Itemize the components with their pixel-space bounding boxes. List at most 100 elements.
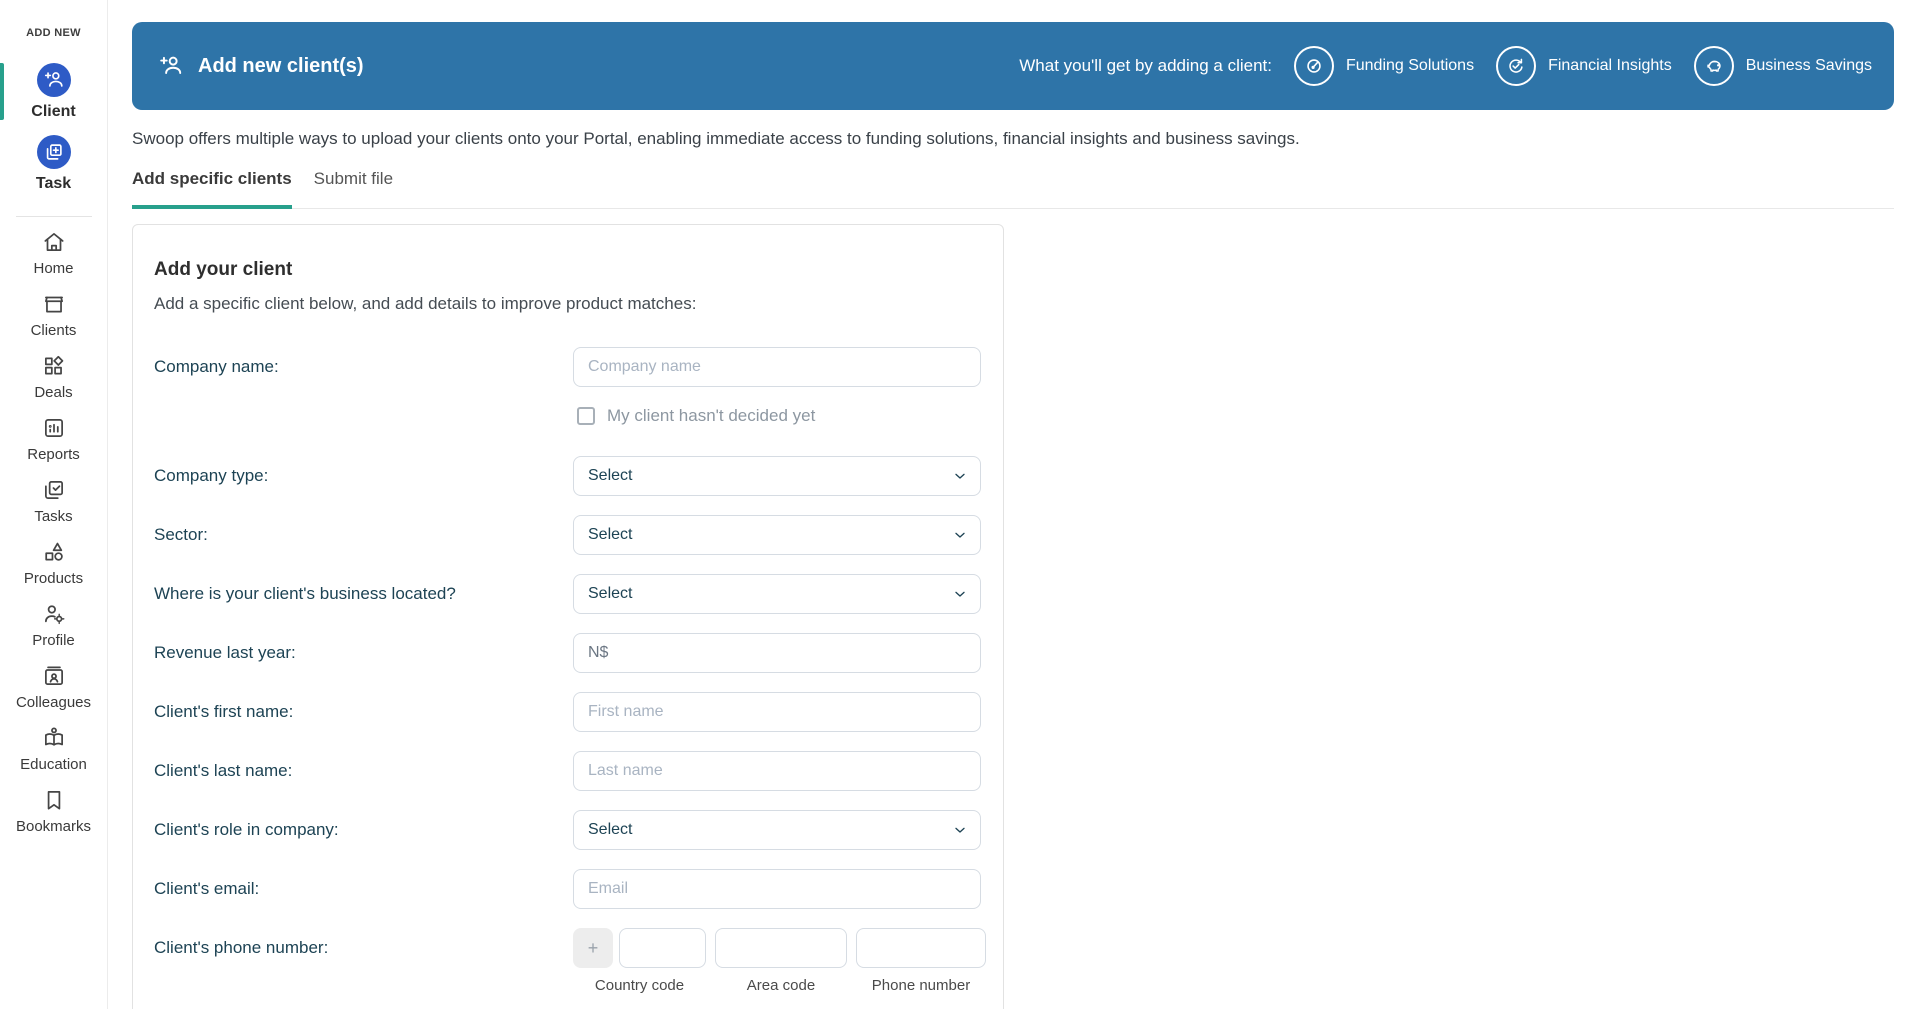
quick-action-client[interactable]: Client: [0, 63, 107, 121]
widgets-icon: [44, 355, 63, 375]
area-code-label: Area code: [746, 977, 816, 994]
form-row-first-name: Client's first name:: [154, 692, 981, 732]
quick-action-task[interactable]: Task: [0, 135, 107, 193]
form-row-sector: Sector: Select: [154, 515, 981, 555]
add-client-button[interactable]: [36, 63, 71, 97]
storefront-icon: [44, 296, 63, 313]
sidebar-item-colleagues[interactable]: Colleagues: [16, 663, 91, 711]
tab-submit-file[interactable]: Submit file: [314, 169, 393, 209]
select-value: Select: [588, 585, 633, 602]
quick-action-label: Task: [35, 175, 72, 192]
sidebar-item-label: Products: [23, 570, 84, 587]
home-icon: [43, 233, 64, 251]
revenue-field[interactable]: N$: [573, 633, 981, 673]
last-name-input[interactable]: [573, 751, 981, 791]
sidebar-item-tasks[interactable]: Tasks: [16, 477, 91, 525]
company-name-input[interactable]: [573, 347, 981, 387]
bookmark-icon: [47, 791, 60, 810]
task-add-icon: [46, 144, 62, 160]
form-row-email: Client's email:: [154, 869, 981, 909]
book-person-icon: [44, 727, 63, 746]
sidebar-divider: [15, 216, 92, 217]
id-badge-icon: [44, 666, 63, 685]
select-value: Select: [588, 467, 633, 484]
person-add-icon: [44, 72, 63, 87]
select-value: Select: [588, 526, 633, 543]
form-title: Add your client: [154, 259, 293, 280]
phone-number-label: Phone number: [871, 977, 971, 994]
location-select[interactable]: Select: [573, 574, 981, 614]
location-label: Where is your client's business located?: [154, 584, 456, 603]
chevron-down-icon: [955, 591, 965, 597]
banner-title-text: Add new client(s): [198, 54, 364, 77]
first-name-input[interactable]: [573, 692, 981, 732]
country-code-label: Country code: [594, 977, 685, 994]
piggy-bank-icon: [1693, 46, 1734, 86]
form-row-phone: Client's phone number: + Country code Ar…: [154, 928, 986, 994]
active-indicator-bar: [0, 63, 4, 120]
sector-select[interactable]: Select: [573, 515, 981, 555]
tab-add-specific-clients[interactable]: Add specific clients: [132, 169, 292, 209]
benefit-label: Financial Insights: [1548, 57, 1672, 74]
role-select[interactable]: Select: [573, 810, 981, 850]
sidebar-item-deals[interactable]: Deals: [16, 353, 91, 401]
plus-prefix: +: [573, 928, 613, 968]
country-code-input[interactable]: [619, 928, 706, 968]
phone-fields: + Country code Area code Phone number: [573, 928, 986, 994]
company-type-select[interactable]: Select: [573, 456, 981, 496]
sidebar-item-label: Clients: [30, 322, 77, 339]
email-input[interactable]: [573, 869, 981, 909]
banner-benefits: What you'll get by adding a client: Fund…: [1019, 46, 1872, 86]
currency-prefix: N$: [588, 644, 609, 661]
phone-number-group: Phone number: [856, 928, 986, 994]
phone-number-input[interactable]: [856, 928, 986, 968]
main-area: Add new client(s) What you'll get by add…: [108, 0, 1920, 1009]
country-code-group: + Country code: [573, 928, 706, 994]
report-chart-icon: [44, 419, 63, 437]
tab-bar: Add specific clients Submit file: [132, 169, 1894, 209]
sidebar-item-label: Home: [33, 260, 74, 277]
benefit-business-savings: Business Savings: [1693, 46, 1872, 86]
benefits-intro-text: What you'll get by adding a client:: [1019, 56, 1272, 75]
sync-check-icon: [1496, 46, 1537, 86]
undecided-checkbox[interactable]: [577, 407, 595, 425]
sidebar-item-education[interactable]: Education: [16, 725, 91, 773]
form-row-location: Where is your client's business located?…: [154, 574, 981, 614]
undecided-checkbox-label: My client hasn't decided yet: [607, 406, 816, 425]
company-name-label: Company name:: [154, 357, 279, 376]
sidebar-item-home[interactable]: Home: [16, 229, 91, 277]
benefit-label: Business Savings: [1745, 57, 1872, 74]
person-gear-icon: [44, 605, 64, 625]
quick-action-label: Client: [31, 103, 76, 120]
add-new-heading: ADD NEW: [26, 27, 81, 39]
last-name-label: Client's last name:: [154, 761, 293, 780]
company-type-label: Company type:: [154, 466, 269, 485]
sidebar-item-label: Education: [20, 756, 87, 773]
sidebar-item-profile[interactable]: Profile: [16, 601, 91, 649]
sidebar-item-clients[interactable]: Clients: [16, 291, 91, 339]
chevron-down-icon: [955, 473, 965, 479]
sidebar-item-label: Tasks: [34, 508, 73, 525]
gauge-icon: [1293, 46, 1334, 86]
sidebar-item-label: Colleagues: [15, 694, 92, 711]
form-row-company-name: Company name:: [154, 347, 981, 387]
area-code-input[interactable]: [715, 928, 847, 968]
form-row-revenue: Revenue last year: N$: [154, 633, 981, 673]
sidebar-item-products[interactable]: Products: [16, 539, 91, 587]
sidebar-item-bookmarks[interactable]: Bookmarks: [16, 787, 91, 835]
form-row-last-name: Client's last name:: [154, 751, 981, 791]
add-client-form-card: Add your client Add a specific client be…: [132, 224, 1004, 1009]
select-value: Select: [588, 821, 633, 838]
benefit-funding-solutions: Funding Solutions: [1293, 46, 1474, 86]
form-row-undecided: My client hasn't decided yet: [577, 406, 981, 426]
sector-label: Sector:: [154, 525, 208, 544]
sidebar-item-reports[interactable]: Reports: [16, 415, 91, 463]
add-task-button[interactable]: [36, 135, 71, 169]
revenue-label: Revenue last year:: [154, 643, 296, 662]
area-code-group: Area code: [715, 928, 847, 994]
add-client-banner: Add new client(s) What you'll get by add…: [132, 22, 1894, 110]
first-name-label: Client's first name:: [154, 702, 294, 721]
phone-label: Client's phone number:: [154, 938, 329, 957]
revenue-input[interactable]: [616, 634, 966, 672]
task-check-icon: [44, 481, 63, 499]
